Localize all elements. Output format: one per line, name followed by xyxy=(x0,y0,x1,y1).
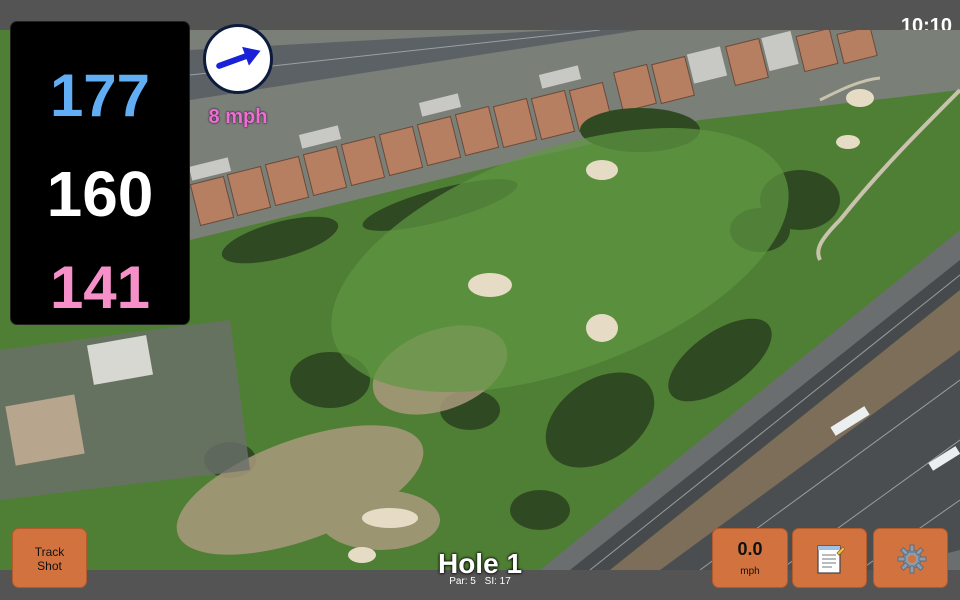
settings-button[interactable] xyxy=(873,528,948,588)
notes-button[interactable] xyxy=(792,528,867,588)
gear-icon xyxy=(897,544,927,574)
speed-value: 0.0 xyxy=(737,539,763,559)
back-distance: 177 xyxy=(49,62,151,129)
front-distance: 141 xyxy=(49,254,151,321)
track-shot-label-line2: Shot xyxy=(37,559,62,573)
speed-unit: mph xyxy=(740,566,760,577)
middle-distance: 160 xyxy=(46,158,154,230)
track-shot-label-line1: Track xyxy=(34,545,65,559)
speed-button[interactable]: 0.0 mph xyxy=(712,528,788,588)
wind-direction-indicator xyxy=(203,24,273,94)
track-shot-button[interactable]: Track Shot xyxy=(12,528,87,588)
hole-par: Par: 5 xyxy=(449,576,476,587)
hole-info: Par: 5 SI: 17 xyxy=(380,576,580,587)
arrow-icon xyxy=(216,46,261,69)
distance-panel: 177 160 141 xyxy=(11,22,189,324)
wind-speed: 8 mph xyxy=(208,106,268,128)
hole-stroke-index: SI: 17 xyxy=(484,576,511,587)
notepad-icon xyxy=(817,545,845,574)
